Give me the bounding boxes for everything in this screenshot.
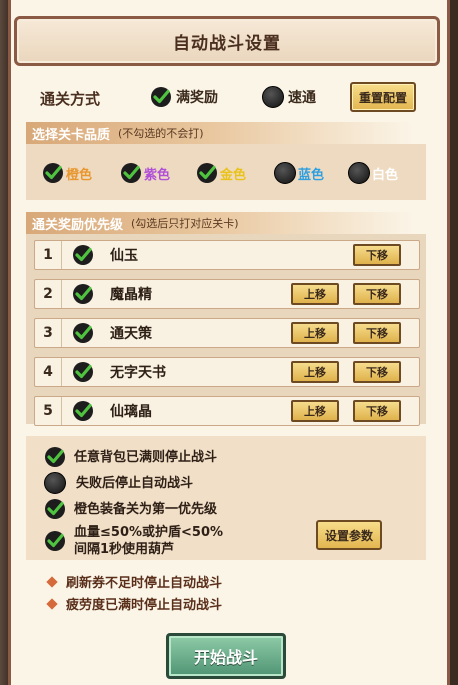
row-number: 4 xyxy=(35,358,62,386)
check-circle-icon[interactable] xyxy=(72,400,94,422)
rewards-title: 通关奖励优先级 xyxy=(32,217,124,233)
option-text: 失败后停止自动战斗 xyxy=(76,475,194,491)
gourd-line-2: 间隔1秒使用葫芦 xyxy=(74,542,175,557)
list-item: 3 通天策 上移 下移 xyxy=(34,318,420,348)
check-circle-icon xyxy=(45,499,65,519)
diamond-bullet-icon xyxy=(46,597,58,610)
quality-label: 金色 xyxy=(220,167,247,183)
check-circle-icon xyxy=(151,87,171,107)
check-circle-icon[interactable] xyxy=(72,361,94,383)
quality-label: 橙色 xyxy=(66,167,93,183)
reward-name: 仙玉 xyxy=(110,248,138,264)
move-down-button[interactable]: 下移 xyxy=(353,283,401,305)
row-number: 5 xyxy=(35,397,62,425)
row-number: 3 xyxy=(35,319,62,347)
option-text: 血量≤50%或护盾<50% 间隔1秒使用葫芦 xyxy=(74,524,223,558)
mode-option-label: 速通 xyxy=(288,90,316,106)
check-circle-icon xyxy=(197,163,217,183)
option-use-gourd[interactable]: 血量≤50%或护盾<50% 间隔1秒使用葫芦 xyxy=(44,524,223,558)
check-circle-icon xyxy=(43,163,63,183)
quality-title: 选择关卡品质 xyxy=(32,127,111,143)
quality-label: 蓝色 xyxy=(298,167,325,183)
radio-off-icon xyxy=(274,162,296,184)
option-text: 任意背包已满则停止战斗 xyxy=(74,449,218,465)
check-circle-icon xyxy=(45,531,65,551)
reset-config-button[interactable]: 重置配置 xyxy=(350,82,416,112)
move-up-button[interactable]: 上移 xyxy=(291,283,339,305)
move-down-button[interactable]: 下移 xyxy=(353,400,401,422)
rewards-subtitle: (勾选后只打对应关卡) xyxy=(131,217,239,230)
clear-mode-label: 通关方式 xyxy=(40,90,101,108)
reward-name: 仙璃晶 xyxy=(110,404,152,420)
move-up-button[interactable]: 上移 xyxy=(291,322,339,344)
quality-option-gold[interactable]: 金色 xyxy=(196,162,246,184)
mode-option-speed-run[interactable]: 速通 xyxy=(262,86,316,108)
option-stop-on-fail[interactable]: 失败后停止自动战斗 xyxy=(44,472,193,494)
reward-priority-list: 1 仙玉 下移 2 魔晶精 上移 下移 3 通天策 上移 下移 4 无字天书 上… xyxy=(26,234,426,426)
mode-option-label: 满奖励 xyxy=(176,90,218,106)
quality-options: 橙色 紫色 金色 蓝色 白色 xyxy=(26,144,426,200)
option-stop-when-bag-full[interactable]: 任意背包已满则停止战斗 xyxy=(44,446,217,468)
quality-option-purple[interactable]: 紫色 xyxy=(120,162,170,184)
quality-option-orange[interactable]: 橙色 xyxy=(42,162,92,184)
option-text: 橙色装备关为第一优先级 xyxy=(74,501,218,517)
reward-name: 魔晶精 xyxy=(110,287,152,303)
quality-section-header: 选择关卡品质 (不勾选的不会打) xyxy=(26,122,436,144)
check-circle-icon[interactable] xyxy=(72,283,94,305)
move-down-button[interactable]: 下移 xyxy=(353,244,401,266)
quality-option-blue[interactable]: 蓝色 xyxy=(274,162,324,184)
list-item: 5 仙璃晶 上移 下移 xyxy=(34,396,420,426)
diamond-bullet-icon xyxy=(46,575,58,588)
start-battle-button[interactable]: 开始战斗 xyxy=(166,633,286,679)
clear-mode-row: 通关方式 满奖励 速通 重置配置 xyxy=(28,82,428,114)
radio-off-icon xyxy=(348,162,370,184)
note-text: 刷新券不足时停止自动战斗 xyxy=(66,576,223,591)
note-item: 疲劳度已满时停止自动战斗 xyxy=(46,594,223,613)
check-circle-icon xyxy=(121,163,141,183)
quality-option-white[interactable]: 白色 xyxy=(348,162,398,184)
move-up-button[interactable]: 上移 xyxy=(291,361,339,383)
battle-options: 任意背包已满则停止战斗 失败后停止自动战斗 橙色装备关为第一优先级 血量≤50%… xyxy=(26,436,426,560)
option-orange-first[interactable]: 橙色装备关为第一优先级 xyxy=(44,498,217,520)
list-item: 1 仙玉 下移 xyxy=(34,240,420,270)
reward-name: 通天策 xyxy=(110,326,152,342)
move-down-button[interactable]: 下移 xyxy=(353,322,401,344)
note-item: 刷新券不足时停止自动战斗 xyxy=(46,572,223,591)
row-number: 2 xyxy=(35,280,62,308)
quality-subtitle: (不勾选的不会打) xyxy=(118,127,204,140)
reward-name: 无字天书 xyxy=(110,365,166,381)
list-item: 4 无字天书 上移 下移 xyxy=(34,357,420,387)
quality-label: 紫色 xyxy=(144,167,171,183)
rewards-section-header: 通关奖励优先级 (勾选后只打对应关卡) xyxy=(26,212,436,234)
check-circle-icon[interactable] xyxy=(72,322,94,344)
note-text: 疲劳度已满时停止自动战斗 xyxy=(66,598,223,613)
mode-option-full-reward[interactable]: 满奖励 xyxy=(150,86,218,108)
move-up-button[interactable]: 上移 xyxy=(291,400,339,422)
move-down-button[interactable]: 下移 xyxy=(353,361,401,383)
list-item: 2 魔晶精 上移 下移 xyxy=(34,279,420,309)
check-circle-icon[interactable] xyxy=(72,244,94,266)
title-bar: 自动战斗设置 xyxy=(14,16,440,66)
set-params-button[interactable]: 设置参数 xyxy=(316,520,382,550)
radio-off-icon xyxy=(44,472,66,494)
page-title: 自动战斗设置 xyxy=(173,33,281,54)
quality-label: 白色 xyxy=(372,167,399,183)
row-number: 1 xyxy=(35,241,62,269)
gourd-line-1: 血量≤50%或护盾<50% xyxy=(74,525,224,540)
check-circle-icon xyxy=(45,447,65,467)
radio-off-icon xyxy=(262,86,284,108)
